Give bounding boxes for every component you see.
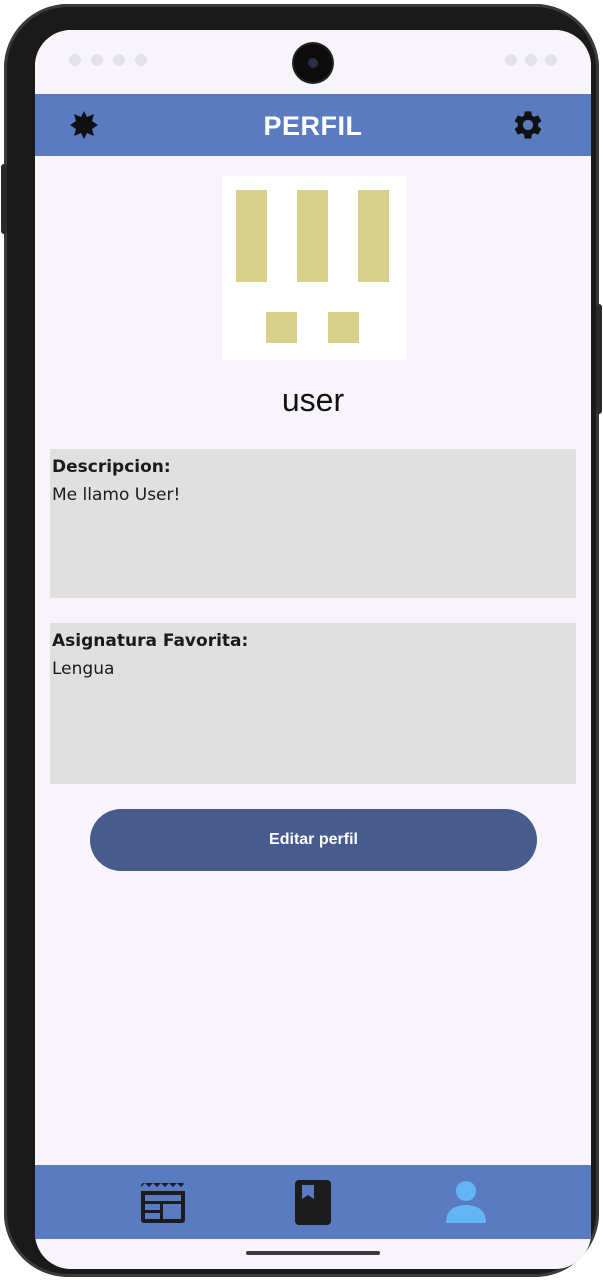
book-icon bbox=[295, 1180, 331, 1225]
gesture-area bbox=[35, 1239, 591, 1269]
notification-icon bbox=[113, 54, 125, 66]
page-title: PERFIL bbox=[263, 111, 363, 141]
status-bar bbox=[35, 30, 591, 94]
edit-profile-button[interactable]: Editar perfil bbox=[90, 809, 537, 871]
status-icons-left bbox=[69, 54, 147, 66]
notification-icon bbox=[69, 54, 81, 66]
description-value: Me llamo User! bbox=[52, 485, 181, 505]
nav-profile-tab[interactable] bbox=[436, 1177, 496, 1227]
app-bar: PERFIL bbox=[35, 94, 591, 156]
front-camera bbox=[294, 44, 332, 82]
notification-icon bbox=[135, 54, 147, 66]
signal-icon bbox=[525, 54, 537, 66]
settings-gear-icon[interactable] bbox=[511, 108, 545, 142]
favorite-subject-value: Lengua bbox=[52, 659, 115, 679]
username: user bbox=[281, 382, 345, 418]
bottom-nav bbox=[35, 1165, 591, 1239]
power-button bbox=[596, 304, 602, 414]
home-gesture-bar[interactable] bbox=[246, 1251, 380, 1255]
person-icon bbox=[446, 1181, 486, 1223]
phone-frame: PERFIL user Descripcion: Me llamo User! … bbox=[1, 4, 602, 1277]
description-label: Descripcion: bbox=[52, 457, 171, 477]
status-icons-right bbox=[505, 54, 557, 66]
nav-book-tab[interactable] bbox=[283, 1177, 343, 1227]
description-box: Descripcion: Me llamo User! bbox=[50, 449, 576, 598]
favorite-subject-label: Asignatura Favorita: bbox=[52, 631, 249, 651]
wifi-icon bbox=[505, 54, 517, 66]
nav-news-tab[interactable] bbox=[133, 1177, 193, 1227]
favorite-subject-box: Asignatura Favorita: Lengua bbox=[50, 623, 576, 784]
notification-icon bbox=[91, 54, 103, 66]
volume-button bbox=[1, 164, 7, 234]
pixel-avatar-icon bbox=[222, 176, 406, 360]
battery-icon bbox=[545, 54, 557, 66]
screen: PERFIL user Descripcion: Me llamo User! … bbox=[35, 30, 591, 1269]
news-icon bbox=[141, 1183, 185, 1223]
